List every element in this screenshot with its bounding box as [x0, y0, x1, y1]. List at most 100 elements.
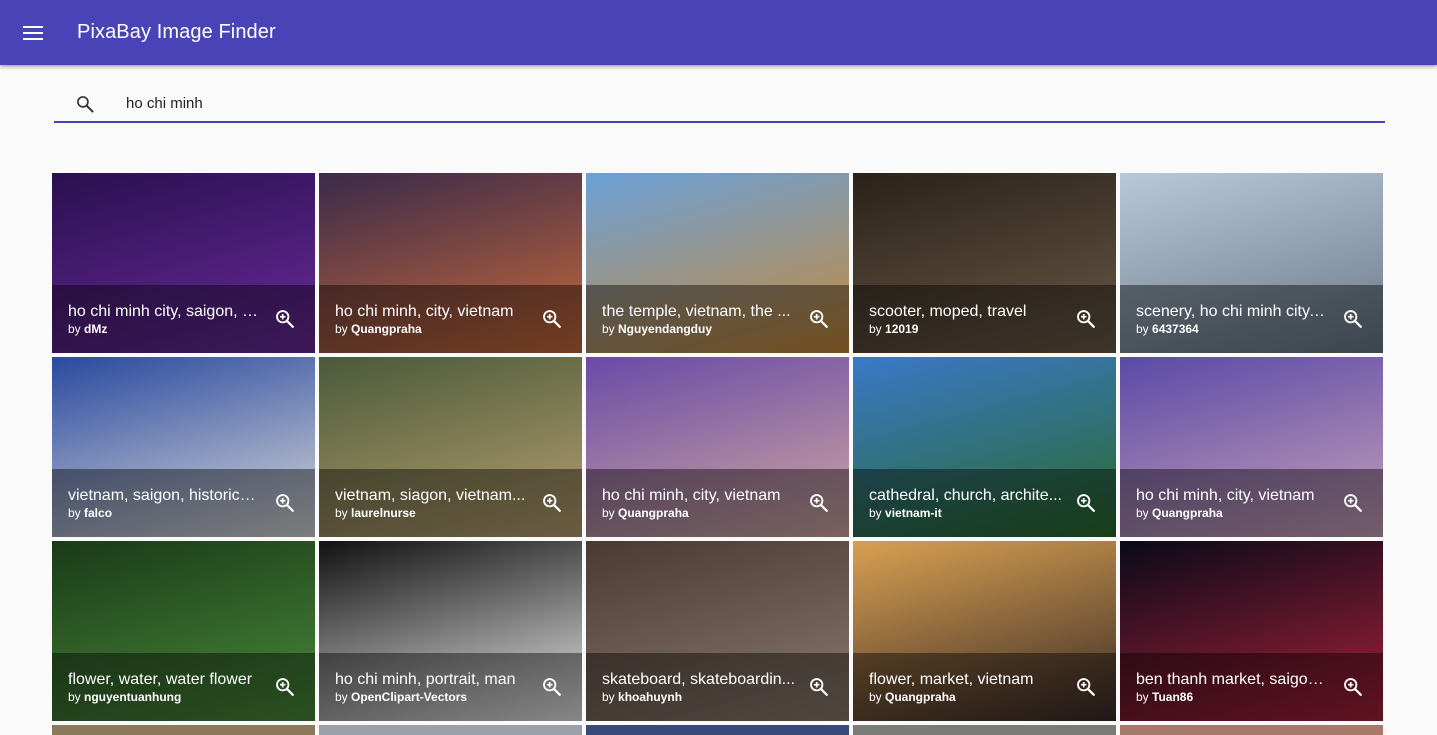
tile-author: by falco — [68, 506, 261, 520]
app-bar: PixaBay Image Finder — [0, 0, 1437, 65]
zoom-button[interactable] — [1068, 301, 1104, 337]
tile-author-name: laurelnurse — [351, 506, 416, 520]
zoom-in-icon — [276, 310, 294, 328]
tile-author-name: 12019 — [885, 322, 919, 336]
image-tile[interactable]: cathedral, church, archite... by vietnam… — [853, 357, 1116, 537]
tile-caption-bar: ho chi minh, city, vietnam by Quangpraha — [586, 469, 849, 537]
zoom-button[interactable] — [534, 669, 570, 705]
partial-tile[interactable] — [319, 725, 582, 735]
zoom-button[interactable] — [1335, 669, 1371, 705]
zoom-button[interactable] — [534, 301, 570, 337]
search-icon-wrapper — [54, 85, 116, 122]
tile-title: cathedral, church, archite... — [869, 487, 1062, 504]
image-tile[interactable]: flower, market, vietnam by Quangpraha — [853, 541, 1116, 721]
tile-author-prefix: by — [1136, 690, 1153, 704]
tile-author-name: Quangpraha — [885, 690, 956, 704]
zoom-in-icon — [810, 678, 828, 696]
zoom-in-icon — [276, 678, 294, 696]
partial-tile[interactable] — [853, 725, 1116, 735]
image-tile[interactable]: vietnam, saigon, historically by falco — [52, 357, 315, 537]
image-tile[interactable]: ho chi minh, city, vietnam by Quangpraha — [1120, 357, 1383, 537]
tile-author: by nguyentuanhung — [68, 690, 261, 704]
zoom-button[interactable] — [1335, 485, 1371, 521]
image-tile[interactable]: ho chi minh, city, vietnam by Quangpraha — [319, 173, 582, 353]
tile-author-name: Tuan86 — [1152, 690, 1194, 704]
image-tile[interactable]: scenery, ho chi minh city, ... by 643736… — [1120, 173, 1383, 353]
tile-text: ben thanh market, saigon... by Tuan86 — [1136, 670, 1329, 704]
image-tile[interactable]: vietnam, siagon, vietnam... by laurelnur… — [319, 357, 582, 537]
image-tile[interactable]: scooter, moped, travel by 12019 — [853, 173, 1116, 353]
partial-tile[interactable] — [586, 725, 849, 735]
search-bar — [54, 86, 1385, 123]
tile-text: ho chi minh, portrait, man by OpenClipar… — [335, 670, 528, 704]
zoom-button[interactable] — [267, 301, 303, 337]
tile-author-prefix: by — [869, 690, 886, 704]
tile-caption-bar: the temple, vietnam, the ... by Nguyenda… — [586, 285, 849, 353]
tile-author-name: falco — [84, 506, 113, 520]
tile-author: by laurelnurse — [335, 506, 528, 520]
tile-author: by 6437364 — [1136, 322, 1329, 336]
zoom-button[interactable] — [1335, 301, 1371, 337]
zoom-in-icon — [1344, 494, 1362, 512]
zoom-button[interactable] — [267, 485, 303, 521]
tile-caption-bar: flower, water, water flower by nguyentua… — [52, 653, 315, 721]
tile-author-prefix: by — [68, 690, 85, 704]
zoom-in-icon — [1344, 310, 1362, 328]
tile-author-prefix: by — [1136, 322, 1153, 336]
zoom-button[interactable] — [267, 669, 303, 705]
zoom-button[interactable] — [1068, 485, 1104, 521]
tile-author-prefix: by — [1136, 506, 1153, 520]
tile-author: by dMz — [68, 322, 261, 336]
zoom-in-icon — [1077, 494, 1095, 512]
zoom-in-icon — [1344, 678, 1362, 696]
partial-tile[interactable] — [1120, 725, 1383, 735]
tile-author-name: vietnam-it — [885, 506, 942, 520]
tile-title: flower, market, vietnam — [869, 671, 1034, 688]
zoom-in-icon — [1077, 310, 1095, 328]
search-icon — [77, 95, 94, 112]
zoom-in-icon — [543, 310, 561, 328]
tile-author: by Nguyendangduy — [602, 322, 795, 336]
tile-text: ho chi minh, city, vietnam by Quangpraha — [335, 302, 528, 336]
image-tile[interactable]: flower, water, water flower by nguyentua… — [52, 541, 315, 721]
image-tile[interactable]: ho chi minh, portrait, man by OpenClipar… — [319, 541, 582, 721]
zoom-button[interactable] — [1068, 669, 1104, 705]
image-tile[interactable]: the temple, vietnam, the ... by Nguyenda… — [586, 173, 849, 353]
tile-title: ho chi minh, city, vietnam — [1136, 487, 1315, 504]
tile-text: ho chi minh city, saigon, h... by dMz — [68, 302, 261, 336]
zoom-in-icon — [1077, 678, 1095, 696]
image-tile[interactable]: ho chi minh city, saigon, h... by dMz — [52, 173, 315, 353]
tile-title: the temple, vietnam, the ... — [602, 303, 791, 320]
partial-tile[interactable] — [52, 725, 315, 735]
zoom-in-icon — [543, 678, 561, 696]
search-input[interactable] — [116, 86, 1385, 121]
zoom-button[interactable] — [801, 301, 837, 337]
tile-text: vietnam, siagon, vietnam... by laurelnur… — [335, 486, 528, 520]
tile-title: flower, water, water flower — [68, 671, 253, 688]
tile-text: scenery, ho chi minh city, ... by 643736… — [1136, 302, 1329, 336]
tile-author: by Quangpraha — [1136, 506, 1329, 520]
tile-author: by vietnam-it — [869, 506, 1062, 520]
zoom-button[interactable] — [801, 485, 837, 521]
app-title: PixaBay Image Finder — [77, 21, 276, 43]
image-tile[interactable]: skateboard, skateboardin... by khoahuynh — [586, 541, 849, 721]
tile-author-prefix: by — [869, 506, 886, 520]
zoom-button[interactable] — [801, 669, 837, 705]
tile-caption-bar: ho chi minh city, saigon, h... by dMz — [52, 285, 315, 353]
tile-author-name: Quangpraha — [618, 506, 689, 520]
tile-caption-bar: ho chi minh, portrait, man by OpenClipar… — [319, 653, 582, 721]
tile-text: the temple, vietnam, the ... by Nguyenda… — [602, 302, 795, 336]
zoom-button[interactable] — [534, 485, 570, 521]
menu-button[interactable] — [0, 0, 66, 65]
tile-text: flower, market, vietnam by Quangpraha — [869, 670, 1062, 704]
tile-title: ho chi minh, city, vietnam — [602, 487, 781, 504]
tile-title: scenery, ho chi minh city, ... — [1136, 303, 1329, 320]
tile-caption-bar: ho chi minh, city, vietnam by Quangpraha — [319, 285, 582, 353]
image-tile[interactable]: ho chi minh, city, vietnam by Quangpraha — [586, 357, 849, 537]
tile-text: cathedral, church, archite... by vietnam… — [869, 486, 1062, 520]
tile-text: scooter, moped, travel by 12019 — [869, 302, 1062, 336]
tile-author: by 12019 — [869, 322, 1062, 336]
tile-title: ho chi minh, city, vietnam — [335, 303, 514, 320]
image-tile[interactable]: ben thanh market, saigon... by Tuan86 — [1120, 541, 1383, 721]
tile-text: ho chi minh, city, vietnam by Quangpraha — [602, 486, 795, 520]
